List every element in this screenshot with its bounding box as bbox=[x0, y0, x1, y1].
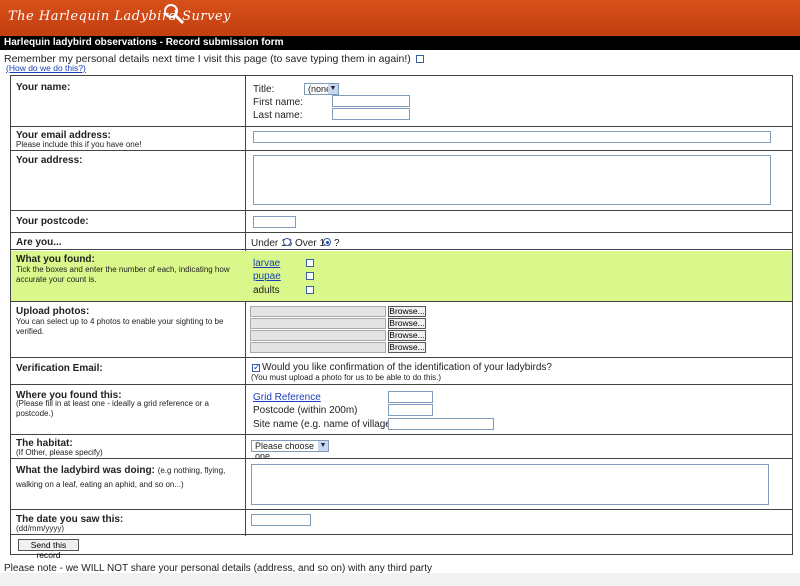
verify-checkbox[interactable] bbox=[252, 362, 261, 373]
browse-button-1[interactable]: Browse... bbox=[388, 306, 426, 317]
remember-checkbox[interactable] bbox=[415, 55, 424, 64]
magnifier-icon bbox=[164, 4, 185, 25]
habitat-sub: (If Other, please specify) bbox=[16, 448, 103, 457]
pupae-checkbox[interactable] bbox=[306, 272, 314, 280]
postcode-input[interactable] bbox=[253, 216, 296, 228]
how-link[interactable]: (How do we do this?) bbox=[6, 63, 86, 73]
send-record-button[interactable]: Send this record bbox=[18, 539, 79, 560]
site-banner: The Harlequin Ladybird Survey bbox=[0, 0, 800, 36]
over-16-radio[interactable] bbox=[323, 238, 331, 246]
date-sub: (dd/mm/yyyy) bbox=[16, 524, 64, 533]
under-16-radio[interactable] bbox=[283, 238, 291, 246]
chevron-down-icon: ▼ bbox=[328, 84, 338, 94]
verify-note: (You must upload a photo for us to be ab… bbox=[251, 373, 442, 382]
age-help: ? bbox=[334, 238, 340, 249]
chevron-down-icon: ▼ bbox=[318, 441, 328, 451]
last-name-input[interactable] bbox=[332, 108, 410, 120]
doing-textarea[interactable] bbox=[251, 464, 769, 505]
habitat-row: The habitat: (If Other, please specify) bbox=[11, 435, 792, 459]
first-name-label: First name: bbox=[253, 97, 304, 108]
doing-label: What the ladybird was doing: bbox=[16, 465, 155, 476]
address-textarea[interactable] bbox=[253, 155, 771, 205]
doing-label-block: What the ladybird was doing: (e.g nothin… bbox=[16, 464, 248, 491]
browse-button-3[interactable]: Browse... bbox=[388, 330, 426, 341]
habitat-select[interactable]: Please choose one... ▼ bbox=[251, 440, 329, 461]
photo-file-4[interactable] bbox=[250, 342, 386, 353]
photos-sub: You can select up to 4 photos to enable … bbox=[16, 317, 224, 336]
larvae-checkbox[interactable] bbox=[306, 259, 314, 267]
photos-label: Upload photos: bbox=[16, 306, 90, 317]
where-sub: (Please fill in at least one - ideally a… bbox=[16, 399, 209, 418]
name-label: Your name: bbox=[16, 82, 71, 93]
age-label: Are you... bbox=[16, 237, 62, 248]
found-label: What you found: bbox=[16, 254, 95, 265]
photo-file-3[interactable] bbox=[250, 330, 386, 341]
last-name-label: Last name: bbox=[253, 110, 303, 121]
photo-file-2[interactable] bbox=[250, 318, 386, 329]
site-name-input[interactable] bbox=[388, 418, 494, 430]
grid-reference-input[interactable] bbox=[388, 391, 433, 403]
email-sub: Please include this if you have one! bbox=[16, 140, 142, 149]
first-name-input[interactable] bbox=[332, 95, 410, 107]
bottom-bar bbox=[0, 573, 800, 586]
browse-button-4[interactable]: Browse... bbox=[388, 342, 426, 353]
browse-button-2[interactable]: Browse... bbox=[388, 318, 426, 329]
verify-question: Would you like confirmation of the ident… bbox=[262, 362, 552, 373]
date-row: The date you saw this: (dd/mm/yyyy) bbox=[11, 510, 792, 535]
where-postcode-input[interactable] bbox=[388, 404, 433, 416]
postcode-row: Your postcode: bbox=[11, 211, 792, 233]
address-label: Your address: bbox=[16, 155, 83, 166]
found-options bbox=[246, 251, 792, 302]
postcode-label: Your postcode: bbox=[16, 216, 89, 227]
found-pupae-link[interactable]: pupae bbox=[253, 271, 281, 282]
page-title: Harlequin ladybird observations - Record… bbox=[0, 36, 800, 50]
verify-label: Verification Email: bbox=[16, 363, 103, 374]
title-select[interactable]: (none) ▼ bbox=[304, 83, 339, 95]
email-input[interactable] bbox=[253, 131, 771, 143]
adults-checkbox[interactable] bbox=[306, 286, 314, 294]
found-larvae-link[interactable]: larvae bbox=[253, 258, 280, 269]
where-postcode-label: Postcode (within 200m) bbox=[253, 405, 358, 416]
title-label: Title: bbox=[253, 84, 275, 95]
age-row: Are you... bbox=[11, 233, 792, 250]
date-input[interactable] bbox=[251, 514, 311, 526]
grid-reference-link[interactable]: Grid Reference bbox=[253, 392, 321, 403]
photo-file-1[interactable] bbox=[250, 306, 386, 317]
site-title: The Harlequin Ladybird Survey bbox=[8, 9, 231, 24]
found-sub: Tick the boxes and enter the number of e… bbox=[16, 265, 230, 284]
found-adults-label: adults bbox=[253, 285, 280, 296]
